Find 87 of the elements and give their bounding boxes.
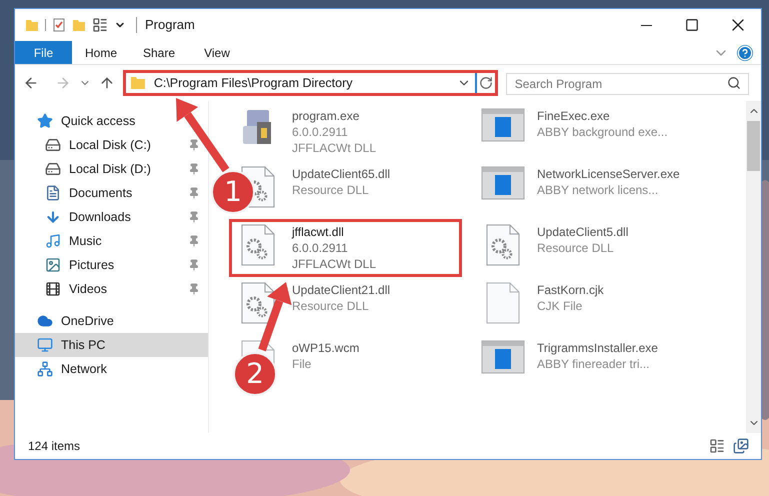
file-detail: 6.0.0.2911 [292,124,349,140]
folder-icon [130,76,146,90]
back-icon[interactable] [23,75,39,91]
sidebar-label: Local Disk (D:) [69,160,152,178]
sidebar-label: Documents [69,184,134,202]
arrow [258,282,292,352]
file-menu-tab[interactable]: File [15,41,72,64]
sidebar-label: Local Disk (C:) [69,136,152,154]
document-icon [45,185,61,201]
large-icons-view-icon[interactable] [733,438,749,454]
application-icon [481,166,525,200]
file-detail: ABBY network licens... [537,182,660,198]
sidebar-label: Network [61,360,108,378]
search-field[interactable]: Search Program [506,73,750,95]
minimize-icon [640,24,652,26]
address-field[interactable]: C:\Program Files\Program Directory [126,73,475,93]
file-name[interactable]: FastKorn.cjk [537,282,604,298]
file-detail: Resource DLL [537,240,615,256]
picture-icon [45,257,61,273]
ribbon-tab[interactable]: Home [72,41,130,64]
file-name[interactable]: NetworkLicenseServer.exe [537,166,680,182]
item-count: 124 items [28,438,80,455]
application-icon [481,108,525,142]
music-icon [45,233,61,249]
window-title: Program [145,16,195,34]
drive-icon [45,137,61,153]
sidebar-label: Quick access [61,112,136,130]
scrollbar[interactable] [746,101,761,433]
file-name[interactable]: oWP15.wcm [292,340,360,356]
sidebar-label: Pictures [69,256,116,274]
sidebar-item[interactable]: Pictures [15,253,208,277]
help-icon[interactable] [737,44,753,60]
sidebar-item[interactable]: Music [15,229,208,253]
ribbon-tab[interactable]: View [188,41,246,64]
properties-icon[interactable] [52,18,66,32]
sidebar-item[interactable]: OneDrive [15,309,208,333]
file-name[interactable]: TrigrammsInstaller.exe [537,340,658,356]
gear-file-icon [241,282,275,324]
film-icon [45,281,61,297]
drive-icon [45,161,61,177]
gear-file-icon [241,224,275,266]
sidebar-item[interactable]: Documents [15,181,208,205]
file-detail: ABBY background exe... [537,124,668,140]
ribbon-tab[interactable]: Share [130,41,188,64]
file-detail: 6.0.0.2911 [292,240,349,256]
gear-file-icon [486,224,520,266]
sidebar-label: Downloads [69,208,132,226]
download-icon [45,209,61,225]
up-icon[interactable] [98,75,115,91]
sidebar-label: Videos [69,280,108,298]
file-detail: File [292,356,312,372]
sidebar-item[interactable]: Videos [15,277,208,301]
details-view-icon[interactable] [709,438,725,454]
sidebar-item[interactable]: Local Disk (D:) [15,157,208,181]
scroll-thumb[interactable] [747,121,760,171]
file-detail: ABBY finereader tri... [537,356,650,372]
file-detail: JFFLACWt DLL [292,256,376,272]
application-icon [481,340,525,374]
sidebar-item[interactable]: Local Disk (C:) [15,133,208,157]
file-detail: CJK File [537,298,584,314]
network-icon [37,361,53,377]
star-icon [37,113,53,129]
file-detail: Resource DLL [292,298,370,314]
refresh-button[interactable] [474,73,495,93]
refresh-icon [478,76,493,90]
file-name[interactable]: UpdateClient21.dll [292,282,390,298]
search-icon [727,76,742,90]
sidebar-item[interactable]: Network [15,357,208,381]
file-name[interactable]: UpdateClient5.dll [537,224,628,240]
sidebar-item[interactable]: This PC [15,333,208,357]
file-detail: JFFLACWt DLL [292,140,376,156]
file-name[interactable]: UpdateClient65.dll [292,166,390,182]
sidebar-item[interactable]: Quick access [15,109,208,133]
sidebar-label: OneDrive [61,312,115,330]
file-icon [486,282,520,324]
sidebar-label: This PC [61,336,106,354]
file-name[interactable]: jfflacwt.dll [292,224,376,240]
cloud-icon [37,313,53,329]
monitor-icon [37,337,53,353]
file-name[interactable]: FineExec.exe [537,108,668,124]
view-icon[interactable] [92,17,108,33]
sidebar-item[interactable]: Downloads [15,205,208,229]
file-detail: Resource DLL [292,182,370,198]
sidebar-label: Music [69,232,103,250]
maximize-icon [685,18,699,32]
address-path: C:\Program Files\Program Directory [154,74,352,92]
file-name[interactable]: program.exe [292,108,376,124]
